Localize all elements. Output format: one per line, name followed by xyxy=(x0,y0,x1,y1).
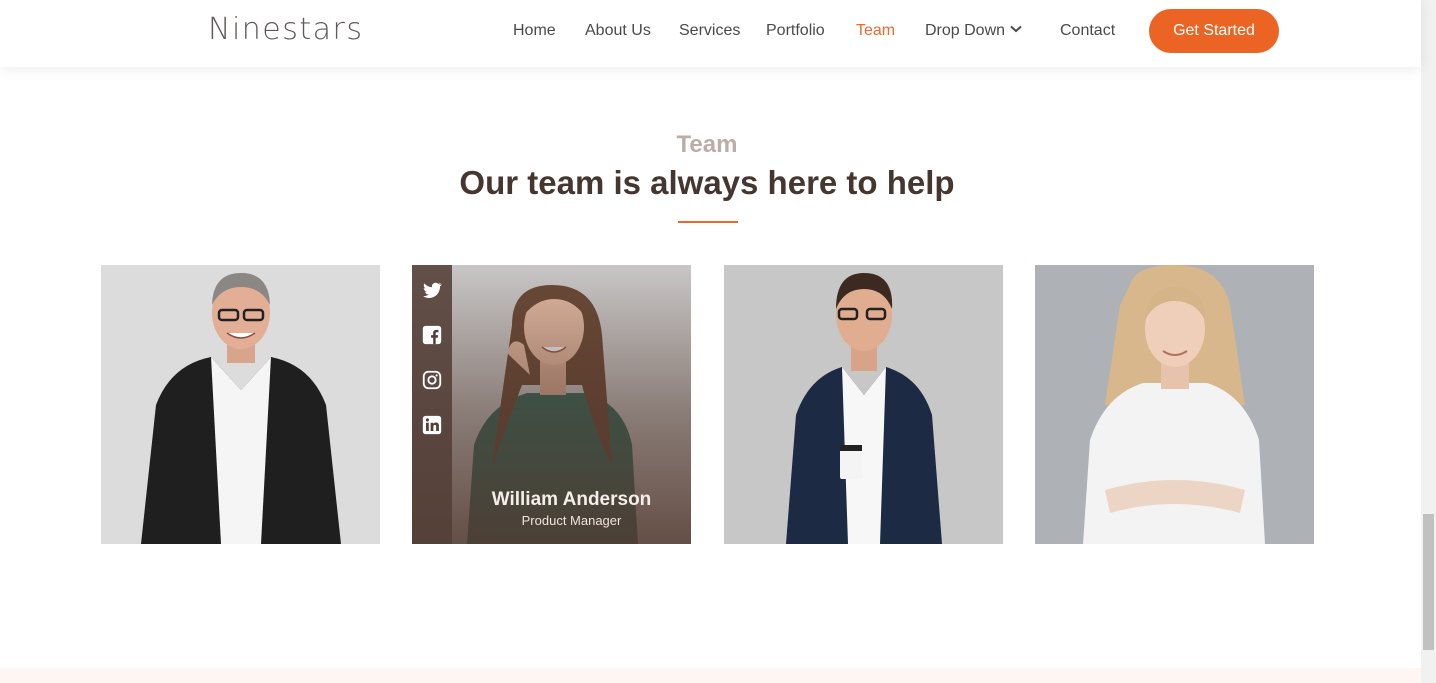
nav-services[interactable]: Services xyxy=(679,22,740,40)
team-member-card-active[interactable]: William Anderson Product Manager xyxy=(412,265,691,544)
team-member-card[interactable] xyxy=(101,265,380,544)
nav-drop-down-label: Drop Down xyxy=(925,22,1006,39)
instagram-icon[interactable] xyxy=(421,369,443,391)
social-links-bar xyxy=(412,265,452,544)
title-divider xyxy=(678,221,738,223)
team-member-photo xyxy=(1035,265,1314,544)
nav-drop-down[interactable]: Drop Down xyxy=(925,22,1022,40)
team-member-photo xyxy=(724,265,1003,544)
member-name: William Anderson xyxy=(491,489,652,510)
nav-home[interactable]: Home xyxy=(513,22,556,40)
page-scrollbar[interactable] xyxy=(1421,0,1436,683)
site-logo[interactable]: Ninestars xyxy=(208,12,364,47)
scrollbar-thumb[interactable] xyxy=(1423,514,1434,650)
nav-about-us[interactable]: About Us xyxy=(585,22,651,40)
twitter-icon[interactable] xyxy=(421,279,443,301)
site-header: Ninestars Home About Us Services Portfol… xyxy=(0,0,1421,67)
next-section-strip xyxy=(0,668,1421,683)
nav-portfolio[interactable]: Portfolio xyxy=(766,22,825,40)
nav-contact[interactable]: Contact xyxy=(1060,22,1115,40)
section-title: Our team is always here to help xyxy=(459,164,955,201)
linkedin-icon[interactable] xyxy=(421,414,443,436)
member-role: Product Manager xyxy=(521,513,622,528)
chevron-down-icon xyxy=(1010,20,1022,38)
nav-team[interactable]: Team xyxy=(856,22,895,40)
team-member-photo xyxy=(101,265,380,544)
get-started-button[interactable]: Get Started xyxy=(1149,9,1279,53)
team-member-card[interactable] xyxy=(1035,265,1314,544)
section-label: Team xyxy=(676,131,738,158)
facebook-icon[interactable] xyxy=(421,324,443,346)
team-member-card[interactable] xyxy=(724,265,1003,544)
